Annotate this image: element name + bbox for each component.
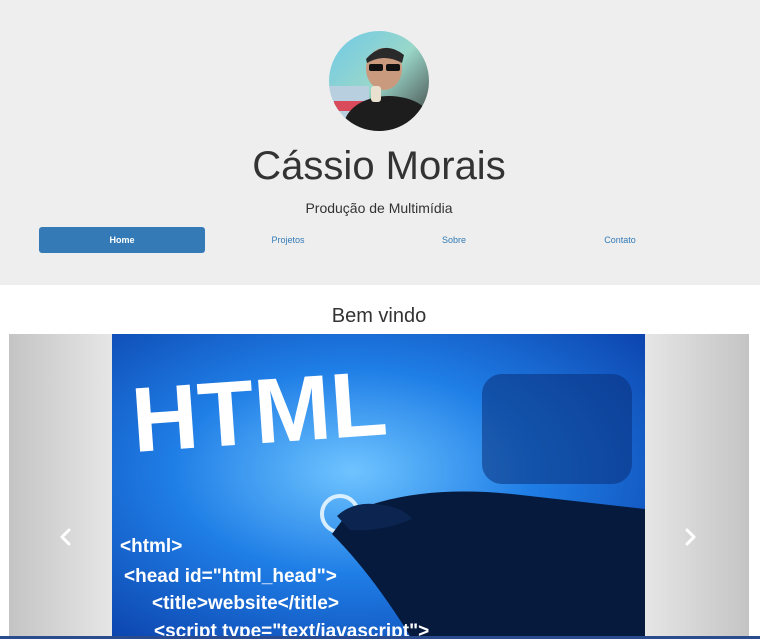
avatar [329, 31, 429, 131]
nav-item-projetos[interactable]: Projetos [205, 227, 371, 253]
nav-item-home[interactable]: Home [39, 227, 205, 253]
nav-item-sobre[interactable]: Sobre [371, 227, 537, 253]
chevron-left-icon [60, 528, 71, 546]
welcome-heading: Bem vindo [331, 305, 427, 327]
slide-big-text: HTML [128, 352, 390, 472]
image-carousel: HTML <html> <head id="html_head"> <title… [9, 334, 749, 639]
chevron-right-icon [685, 528, 696, 546]
carousel-left-fade [9, 334, 112, 639]
code-line-1: <html> [120, 536, 182, 557]
profile-name: Cássio Morais [252, 144, 506, 188]
profile-header: Cássio Morais Produção de Multimídia Hom… [0, 0, 760, 285]
carousel-slide: HTML <html> <head id="html_head"> <title… [112, 334, 645, 639]
profile-subtitle: Produção de Multimídia [305, 200, 453, 216]
carousel-next-button[interactable] [678, 525, 702, 549]
carousel-prev-button[interactable] [54, 525, 78, 549]
slide-image: HTML <html> <head id="html_head"> <title… [112, 334, 645, 639]
main-nav: Home Projetos Sobre Contato [39, 227, 703, 253]
code-line-3: <title>website</title> [152, 593, 339, 614]
code-line-2: <head id="html_head"> [124, 566, 337, 587]
nav-item-contato[interactable]: Contato [537, 227, 703, 253]
carousel-right-fade [645, 334, 749, 639]
avatar-photo [329, 31, 429, 131]
